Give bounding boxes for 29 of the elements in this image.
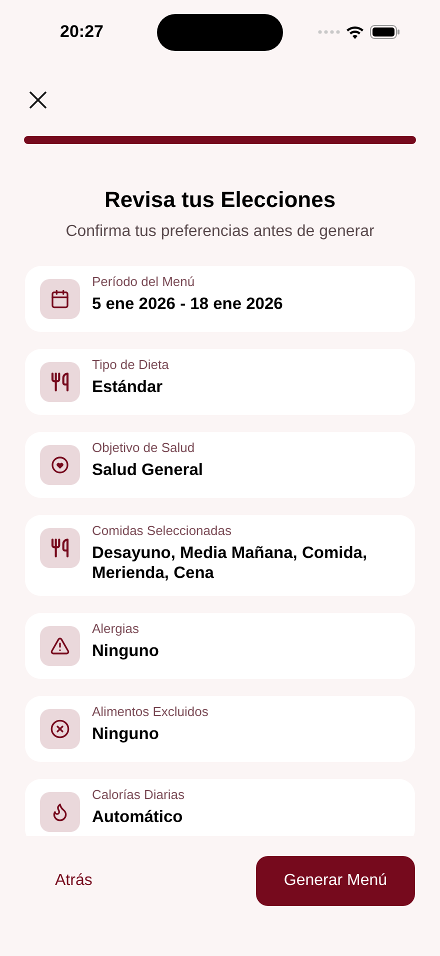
item-value: Ninguno [92, 641, 159, 661]
warning-icon [50, 636, 70, 656]
item-value: Estándar [92, 377, 164, 397]
fork-knife-icon [50, 372, 70, 392]
item-value: 5 ene 2026 - 18 ene 2026 [92, 294, 283, 314]
wifi-icon [346, 26, 364, 38]
fork-knife-icon [50, 538, 70, 558]
item-value: Ninguno [92, 724, 160, 744]
item-label: Comidas Seleccionadas [92, 522, 232, 540]
close-button[interactable] [28, 90, 48, 110]
item-value: Salud General [92, 460, 203, 480]
item-label: Tipo de Dieta [92, 356, 169, 374]
status-time: 20:27 [60, 21, 104, 44]
circle-x-icon [50, 719, 70, 739]
calendar-icon [50, 289, 70, 309]
item-label: Alimentos Excluidos [92, 703, 208, 721]
signal-icon [318, 30, 340, 34]
page-subtitle: Confirma tus preferencias antes de generar [64, 222, 376, 242]
item-label: Objetivo de Salud [92, 439, 196, 457]
generate-button[interactable]: Generar Menú [256, 856, 415, 906]
item-value: Automático [92, 807, 184, 827]
item-label: Período del Menú [92, 273, 196, 291]
item-label: Calorías Diarias [92, 786, 184, 804]
page-title: Revisa tus Elecciones [103, 186, 337, 214]
heart-circle-icon [50, 455, 70, 475]
battery-icon [370, 25, 400, 39]
item-value: Desayuno, Media Mañana, Comida, Merienda, Cena [92, 543, 368, 583]
item-label: Alergias [92, 620, 140, 638]
back-button[interactable]: Atrás [25, 859, 122, 903]
